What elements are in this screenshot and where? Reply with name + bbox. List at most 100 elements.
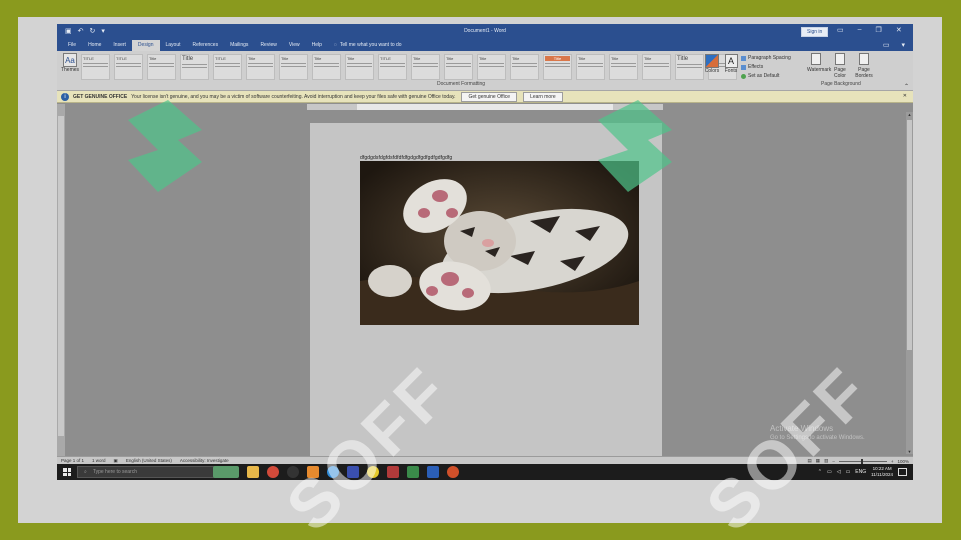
style-set-item[interactable]: Title [312, 54, 341, 80]
zoom-level[interactable]: 100% [897, 459, 909, 464]
set-as-default-button[interactable]: Set as Default [741, 73, 805, 79]
tab-file[interactable]: File [62, 40, 82, 51]
ribbon-tabs: File Home Insert Design Layout Reference… [57, 39, 913, 51]
style-set-item[interactable]: TITLE [213, 54, 242, 80]
ribbon-display-icon[interactable]: ▭ [837, 26, 844, 34]
themes-label: Themes [60, 67, 80, 73]
comments-icon[interactable]: ▭ [883, 41, 890, 49]
app-icon[interactable] [447, 466, 459, 478]
app-icon[interactable] [407, 466, 419, 478]
colors-button[interactable]: Colors [703, 54, 721, 74]
accessibility-status[interactable]: Accessibility: Investigate [180, 458, 229, 463]
page-borders-button[interactable]: Page Borders [855, 53, 873, 79]
colors-icon [705, 54, 719, 68]
style-set-item[interactable]: Title [609, 54, 638, 80]
volume-icon[interactable]: ◁ [837, 469, 841, 475]
app-icon[interactable] [267, 466, 279, 478]
style-set-item[interactable]: Title [444, 54, 473, 80]
style-set-item[interactable]: Title [477, 54, 506, 80]
zoom-slider[interactable] [838, 458, 887, 464]
page-background-label: Page Background [821, 81, 861, 87]
clock[interactable]: 10:22 AM 11/11/2024 [871, 466, 893, 477]
word-app-icon[interactable] [427, 466, 439, 478]
themes-icon: Aa [63, 53, 77, 67]
windows-start-icon[interactable] [63, 468, 71, 476]
tab-layout[interactable]: Layout [160, 40, 187, 51]
taskbar-search-placeholder: Type here to search [92, 469, 138, 475]
scroll-down-icon[interactable]: ▼ [906, 449, 913, 454]
style-set-item[interactable]: TITLE [378, 54, 407, 80]
tab-insert[interactable]: Insert [107, 40, 132, 51]
paragraph-spacing-icon [741, 55, 746, 61]
language-status[interactable]: English (United States) [126, 458, 172, 463]
style-set-item[interactable]: Title [510, 54, 539, 80]
style-set-item[interactable]: Title [675, 54, 704, 80]
document-formatting-label: Document Formatting [437, 81, 486, 87]
close-icon[interactable]: ✕ [896, 26, 902, 34]
page-color-icon [835, 53, 845, 65]
vertical-scrollbar[interactable]: ▲ ▼ [906, 112, 913, 454]
document-title: Document1 - Word [464, 28, 506, 34]
style-set-item[interactable]: Title [543, 54, 572, 80]
style-set-item[interactable]: Title [147, 54, 176, 80]
style-set-gallery: TITLE TITLE Title Title TITLE Title Titl… [81, 54, 753, 80]
network-icon[interactable]: ▭ [827, 469, 832, 475]
page-count[interactable]: Page 1 of 1 [61, 458, 84, 463]
themes-button[interactable]: Aa Themes [60, 53, 80, 73]
style-set-item[interactable]: Title [246, 54, 275, 80]
vertical-ruler[interactable] [57, 104, 65, 456]
restore-icon[interactable]: ❐ [876, 26, 882, 34]
style-set-item[interactable]: TITLE [114, 54, 143, 80]
fonts-button[interactable]: A Fonts [723, 54, 739, 74]
close-icon[interactable]: ✕ [903, 93, 907, 99]
learn-more-button[interactable]: Learn more [523, 91, 563, 102]
tab-references[interactable]: References [187, 40, 225, 51]
title-bar: ▣ ↶ ↻ ▾ Document1 - Word Sign in ▭ – ❐ ✕ [57, 24, 913, 39]
style-set-item[interactable]: Title [642, 54, 671, 80]
chevron-down-icon[interactable]: ▾ [901, 41, 905, 49]
system-tray: ⌃ ▭ ◁ ▭ ENG 10:22 AM 11/11/2024 [818, 466, 907, 477]
taskbar-search-box[interactable]: ⌕ Type here to search [77, 466, 227, 478]
collapse-ribbon-icon[interactable]: ⌃ [904, 83, 909, 90]
keyboard-icon[interactable]: ▭ [846, 469, 851, 475]
watermark-button[interactable]: Watermark [807, 53, 831, 79]
tab-view[interactable]: View [283, 40, 306, 51]
get-genuine-office-button[interactable]: Get genuine Office [461, 91, 518, 102]
weather-widget-icon[interactable] [213, 466, 239, 478]
tab-review[interactable]: Review [254, 40, 282, 51]
word-count[interactable]: 1 word [92, 458, 106, 463]
info-icon: i [61, 92, 69, 101]
design-ribbon: Aa Themes TITLE TITLE Title Title TITLE … [57, 51, 913, 91]
style-set-item[interactable]: TITLE [81, 54, 110, 80]
tell-me-box[interactable]: ◌ Tell me what you want to do [328, 40, 408, 51]
zoom-in-icon[interactable]: + [891, 459, 894, 464]
watermark-icon [811, 53, 821, 65]
tab-design[interactable]: Design [131, 40, 160, 51]
paragraph-spacing-button[interactable]: Paragraph Spacing [741, 55, 805, 61]
check-icon [741, 73, 746, 79]
style-set-item[interactable]: Title [576, 54, 605, 80]
minimize-icon[interactable]: – [858, 26, 862, 34]
scrollbar-thumb[interactable] [907, 120, 912, 350]
notification-icon[interactable] [898, 467, 907, 476]
search-icon: ⌕ [84, 469, 87, 475]
proofing-icon[interactable]: ▣ [114, 458, 118, 464]
clock-date: 11/11/2024 [871, 471, 893, 477]
style-set-item[interactable]: Title [180, 54, 209, 80]
scroll-up-icon[interactable]: ▲ [906, 112, 913, 117]
colors-label: Colors [704, 68, 720, 74]
message-bar-label: GET GENUINE OFFICE [73, 93, 128, 100]
file-explorer-icon[interactable] [247, 466, 259, 478]
style-set-item[interactable]: Title [345, 54, 374, 80]
effects-button[interactable]: Effects [741, 64, 805, 70]
style-set-item[interactable]: Title [279, 54, 308, 80]
input-language[interactable]: ENG [855, 469, 866, 475]
tab-help[interactable]: Help [306, 40, 328, 51]
tab-mailings[interactable]: Mailings [224, 40, 254, 51]
paragraph-options: Paragraph Spacing Effects Set as Default [741, 55, 805, 79]
style-set-item[interactable]: Title [411, 54, 440, 80]
sign-in-button[interactable]: Sign in [801, 27, 829, 37]
page-color-button[interactable]: Page Color [831, 53, 849, 79]
tab-home[interactable]: Home [82, 40, 107, 51]
fonts-label: Fonts [724, 68, 738, 74]
